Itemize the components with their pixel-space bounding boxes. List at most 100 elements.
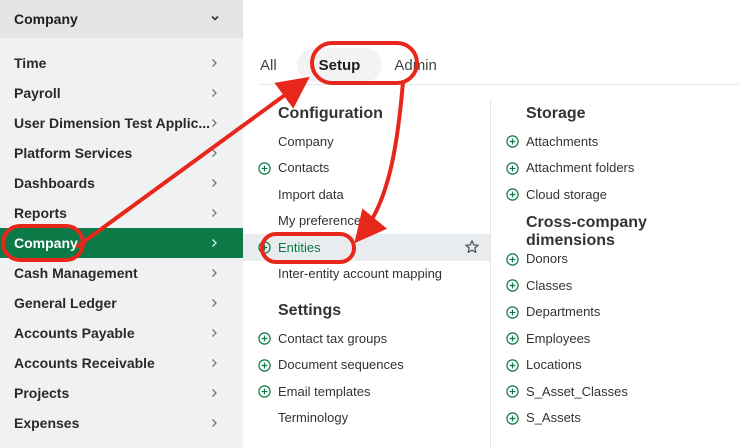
sidebar-item-general-ledger[interactable]: General Ledger	[0, 288, 243, 318]
add-circle-icon[interactable]	[506, 135, 519, 148]
sidebar-item-reports[interactable]: Reports	[0, 198, 243, 228]
add-circle-icon[interactable]	[506, 411, 519, 425]
sidebar-item-projects[interactable]: Projects	[0, 378, 243, 408]
menu-item-entities[interactable]: Entities	[243, 234, 490, 261]
menu-item-contacts[interactable]: Contacts	[243, 155, 490, 182]
add-circle-icon[interactable]	[258, 358, 271, 372]
add-circle-icon[interactable]	[506, 161, 519, 175]
add-circle-icon[interactable]	[506, 358, 519, 372]
sidebar-item-label: Payroll	[14, 85, 61, 101]
tab-admin[interactable]: Admin	[394, 48, 437, 82]
add-circle-icon[interactable]	[506, 188, 519, 201]
sidebar-item-accounts-receivable[interactable]: Accounts Receivable	[0, 348, 243, 378]
sidebar-item-label: Accounts Receivable	[14, 355, 155, 371]
menu-item-label: Cloud storage	[526, 186, 607, 202]
chevron-right-icon	[212, 419, 217, 427]
add-circle-icon[interactable]	[506, 252, 519, 266]
menu-item-label: Import data	[278, 186, 344, 202]
menu-item-label: Donors	[526, 251, 568, 267]
chevron-down-icon	[211, 15, 219, 21]
chevron-right-icon	[212, 89, 217, 97]
sidebar-menu: Time Payroll User Dimension Test Applic.…	[0, 48, 243, 438]
menu-item-attachment-folders[interactable]: Attachment folders	[491, 155, 739, 182]
menu-item-my-preferences[interactable]: My preferences	[243, 208, 490, 235]
sidebar-item-accounts-payable[interactable]: Accounts Payable	[0, 318, 243, 348]
sidebar-item-expenses[interactable]: Expenses	[0, 408, 243, 438]
menu-item-cloud-storage[interactable]: Cloud storage	[491, 181, 739, 208]
sidebar-item-label: User Dimension Test Applic...	[14, 115, 210, 131]
menu-item-employees[interactable]: Employees	[491, 325, 739, 352]
menu-item-label: Inter-entity account mapping	[278, 266, 443, 282]
sidebar-item-label: Expenses	[14, 415, 80, 431]
add-circle-icon[interactable]	[258, 385, 271, 398]
menu-item-terminology[interactable]: Terminology	[243, 405, 490, 432]
tab-all[interactable]: All	[260, 48, 277, 82]
menu-item-company[interactable]: Company	[243, 128, 490, 155]
chevron-right-icon	[212, 119, 217, 127]
menu-item-label: Entities	[278, 239, 321, 255]
menu-item-label: My preferences	[278, 213, 368, 229]
add-circle-icon[interactable]	[258, 332, 271, 345]
menu-item-inter-entity-account-mapping[interactable]: Inter-entity account mapping	[243, 261, 490, 288]
sidebar-item-payroll[interactable]: Payroll	[0, 78, 243, 108]
menu-item-import-data[interactable]: Import data	[243, 181, 490, 208]
add-circle-icon[interactable]	[506, 332, 519, 345]
menu-item-locations[interactable]: Locations	[491, 352, 739, 379]
section-title-configuration: Configuration	[278, 105, 383, 122]
menu-item-label: S_Assets	[526, 410, 581, 426]
add-circle-icon[interactable]	[506, 305, 519, 319]
menu-item-label: Contact tax groups	[278, 330, 388, 346]
chevron-right-icon	[212, 359, 217, 367]
chevron-right-icon	[212, 59, 217, 67]
menu-item-label: Attachments	[526, 133, 599, 149]
chevron-right-icon	[212, 149, 217, 157]
chevron-right-icon	[212, 179, 217, 187]
menu-item-donors[interactable]: Donors	[491, 246, 739, 273]
star-icon[interactable]	[464, 239, 480, 255]
menu-item-label: Locations	[526, 357, 582, 373]
sidebar-item-dashboards[interactable]: Dashboards	[0, 168, 243, 198]
sidebar-item-label: Time	[14, 55, 47, 71]
section-title-storage: Storage	[526, 105, 586, 122]
chevron-right-icon	[212, 239, 217, 247]
sidebar-item-company[interactable]: Company	[0, 228, 243, 258]
sidebar-item-label: General Ledger	[14, 295, 117, 311]
tab-divider	[260, 84, 739, 85]
sidebar-item-label: Accounts Payable	[14, 325, 135, 341]
menu-item-document-sequences[interactable]: Document sequences	[243, 352, 490, 379]
chevron-right-icon	[212, 269, 217, 277]
sidebar-item-user-dimension-test[interactable]: User Dimension Test Applic...	[0, 108, 243, 138]
sidebar-item-time[interactable]: Time	[0, 48, 243, 78]
sidebar-item-label: Company	[14, 235, 78, 251]
sidebar-item-cash-management[interactable]: Cash Management	[0, 258, 243, 288]
add-circle-icon[interactable]	[258, 241, 271, 254]
section-title-settings: Settings	[278, 302, 342, 319]
setup-column-right: Storage Attachments Attachment folders C…	[490, 100, 739, 448]
sidebar-item-label: Dashboards	[14, 175, 95, 191]
tab-setup[interactable]: Setup	[296, 48, 383, 82]
sidebar-header-label: Company	[14, 11, 78, 27]
sidebar-item-label: Cash Management	[14, 265, 138, 281]
sidebar-item-label: Platform Services	[14, 145, 133, 161]
menu-item-label: Email templates	[278, 383, 371, 399]
menu-item-contact-tax-groups[interactable]: Contact tax groups	[243, 325, 490, 352]
add-circle-icon[interactable]	[258, 161, 271, 175]
menu-item-label: Document sequences	[278, 357, 404, 373]
chevron-right-icon	[212, 299, 217, 307]
add-circle-icon[interactable]	[506, 279, 519, 292]
tab-bar: All Setup Admin	[260, 48, 457, 84]
menu-item-s-asset-classes[interactable]: S_Asset_Classes	[491, 378, 739, 405]
menu-item-s-assets[interactable]: S_Assets	[491, 405, 739, 432]
menu-item-classes[interactable]: Classes	[491, 272, 739, 299]
menu-item-departments[interactable]: Departments	[491, 299, 739, 326]
sidebar-item-label: Projects	[14, 385, 70, 401]
sidebar-item-platform-services[interactable]: Platform Services	[0, 138, 243, 168]
menu-item-label: Classes	[526, 277, 573, 293]
sidebar-item-label: Reports	[14, 205, 67, 221]
sidebar: Company Time Payroll User Dimension Test…	[0, 0, 243, 448]
menu-item-attachments[interactable]: Attachments	[491, 128, 739, 155]
sidebar-header[interactable]: Company	[0, 0, 243, 38]
add-circle-icon[interactable]	[506, 385, 519, 398]
menu-item-email-templates[interactable]: Email templates	[243, 378, 490, 405]
menu-item-label: S_Asset_Classes	[526, 383, 628, 399]
